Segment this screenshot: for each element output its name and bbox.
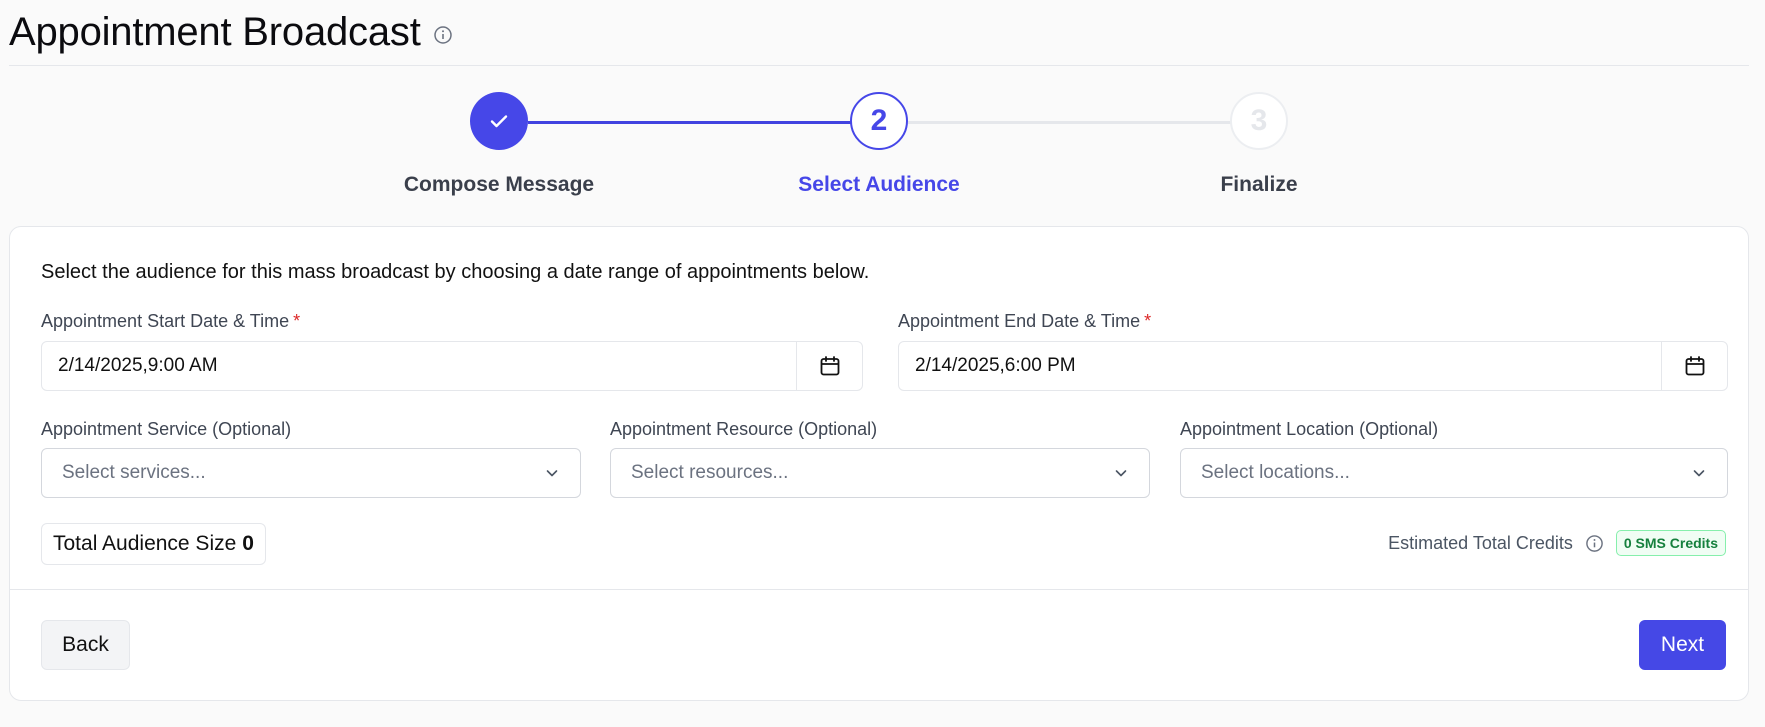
location-select[interactable]: Select locations... [1180, 448, 1728, 498]
required-mark: * [293, 311, 301, 331]
chevron-down-icon [1115, 470, 1127, 477]
location-placeholder: Select locations... [1201, 462, 1350, 483]
credits-badge: 0 SMS Credits [1615, 530, 1726, 556]
card-divider [10, 589, 1748, 590]
page-header: Appointment Broadcast [9, 0, 1749, 66]
audience-size-label: Total Audience Size [53, 532, 237, 555]
chevron-down-icon [546, 470, 558, 477]
step-1-label: Compose Message [403, 173, 595, 196]
end-date-label: Appointment End Date & Time * [898, 311, 1152, 331]
resource-select[interactable]: Select resources... [610, 448, 1150, 498]
step-3-label: Finalize [1220, 173, 1298, 196]
end-calendar-button[interactable] [1661, 342, 1727, 390]
estimated-credits: Estimated Total Credits 0 SMS Credits [1388, 530, 1726, 556]
start-date-field[interactable]: 2/14/2025,9:00 AM [41, 341, 863, 391]
end-date-value[interactable]: 2/14/2025,6:00 PM [899, 355, 1661, 377]
chevron-down-icon [1693, 470, 1705, 477]
credits-label: Estimated Total Credits [1388, 532, 1573, 553]
step-2-circle[interactable]: 2 [850, 92, 908, 150]
location-label: Appointment Location (Optional) [1180, 419, 1439, 439]
audience-size-box: Total Audience Size 0 [41, 523, 266, 565]
start-date-value[interactable]: 2/14/2025,9:00 AM [42, 355, 796, 377]
page-title: Appointment Broadcast [9, 10, 421, 54]
resource-label: Appointment Resource (Optional) [610, 419, 878, 439]
info-circle-icon[interactable] [433, 25, 453, 45]
next-button[interactable]: Next [1639, 620, 1726, 670]
start-calendar-button[interactable] [796, 342, 862, 390]
end-date-field[interactable]: 2/14/2025,6:00 PM [898, 341, 1728, 391]
service-label: Appointment Service (Optional) [41, 419, 292, 439]
calendar-icon [820, 356, 839, 376]
service-select[interactable]: Select services... [41, 448, 581, 498]
audience-size-count: 0 [242, 532, 254, 555]
info-circle-icon[interactable] [1585, 534, 1604, 553]
step-3-circle[interactable]: 3 [1230, 92, 1288, 150]
start-date-label: Appointment Start Date & Time * [41, 311, 301, 331]
audience-card: Select the audience for this mass broadc… [9, 226, 1749, 701]
step-connector-completed [528, 121, 851, 124]
step-connector-upcoming [908, 121, 1231, 124]
intro-text: Select the audience for this mass broadc… [41, 261, 870, 283]
back-button[interactable]: Back [41, 620, 130, 670]
check-icon [490, 115, 508, 128]
calendar-icon [1685, 356, 1704, 376]
step-1-circle[interactable] [470, 92, 528, 150]
step-2-label: Select Audience [798, 173, 960, 196]
resource-placeholder: Select resources... [631, 462, 789, 483]
service-placeholder: Select services... [62, 462, 206, 483]
required-mark: * [1144, 311, 1152, 331]
